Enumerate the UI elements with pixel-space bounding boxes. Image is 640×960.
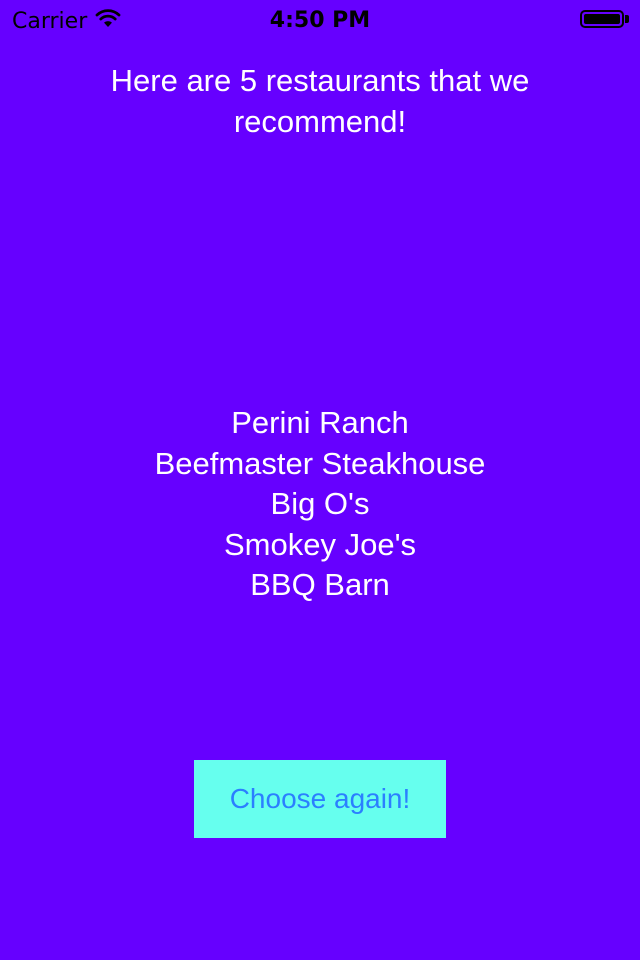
restaurant-item: Smokey Joe's [224,526,416,562]
choose-again-button[interactable]: Choose again! [194,760,446,838]
page-title: Here are 5 restaurants that we recommend… [110,63,530,139]
restaurant-item: Big O's [270,486,370,521]
status-time: 4:50 PM [269,8,371,33]
status-bar: Carrier 4:50 PM [0,0,640,40]
restaurant-item: BBQ Barn [250,567,390,602]
battery-icon [580,10,630,30]
restaurant-list: Perini Ranch Beefmaster Steakhouse Big O… [0,403,640,606]
restaurant-item: Beefmaster Steakhouse [154,445,486,481]
restaurant-item: Perini Ranch [231,405,409,440]
